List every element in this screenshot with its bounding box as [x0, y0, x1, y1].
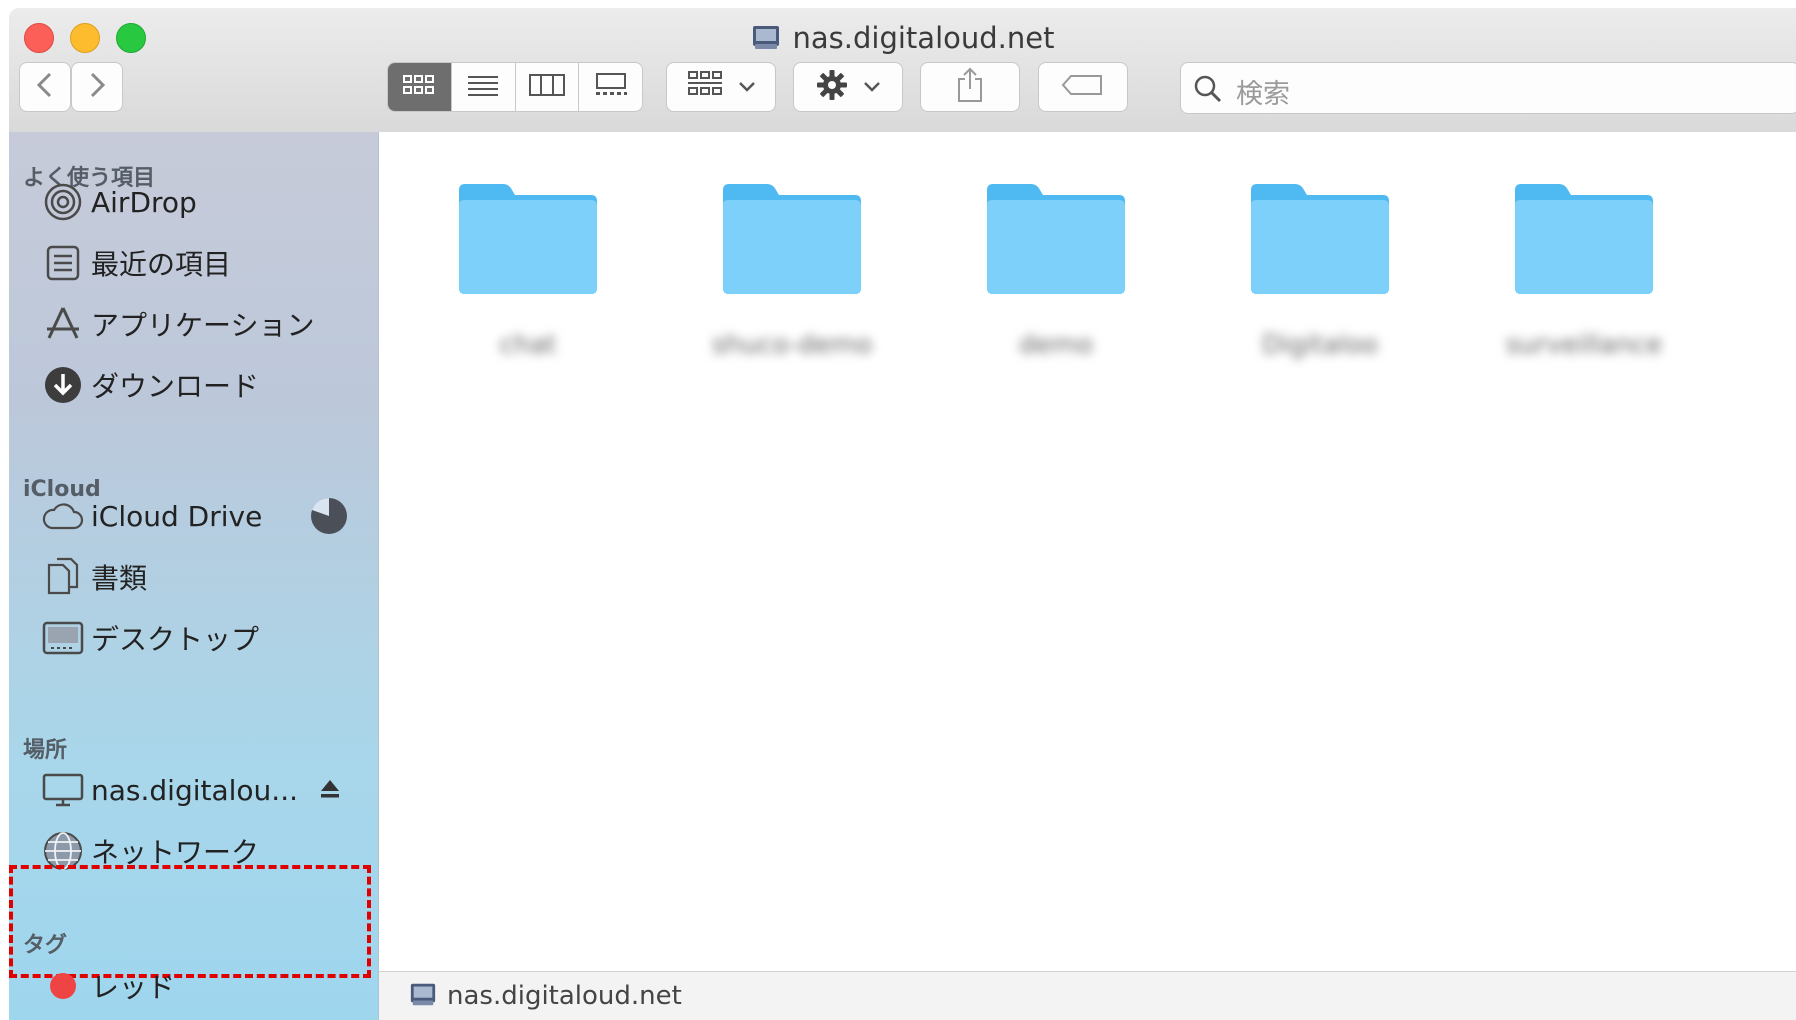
desktop-icon	[41, 616, 85, 660]
sidebar-item-recents[interactable]: 最近の項目	[41, 239, 361, 287]
action-button[interactable]	[793, 62, 903, 112]
finder-window: nas.digitaloud.net 検索 よく使う項目 AirDrop 最近の…	[9, 8, 1796, 1020]
folder-name: Digitaloo	[1261, 330, 1379, 360]
monitor-icon	[41, 768, 85, 812]
forward-icon	[87, 71, 107, 103]
sidebar-item-applications[interactable]: アプリケーション	[41, 300, 361, 348]
file-browser-area: chat shuco-demo demo Digitaloo surveilla…	[379, 132, 1796, 972]
section-header-locations: 場所	[23, 738, 68, 763]
share-icon	[955, 67, 985, 107]
sidebar-item-label: iCloud Drive	[91, 499, 263, 533]
sidebar-item-label: 最近の項目	[91, 248, 232, 281]
search-placeholder: 検索	[1236, 79, 1290, 110]
share-button[interactable]	[920, 62, 1020, 112]
storage-pie-icon	[309, 496, 349, 540]
folder-name: demo	[1019, 330, 1093, 360]
folder-icon	[457, 184, 599, 300]
icon-view-button[interactable]	[388, 63, 452, 111]
cloud-icon	[41, 494, 85, 538]
server-disk-icon	[751, 22, 781, 59]
gear-icon	[815, 68, 849, 106]
folder-name: surveillance	[1505, 330, 1663, 360]
sidebar: よく使う項目 AirDrop 最近の項目 アプリケーション ダウンロード iCl…	[9, 132, 379, 1020]
sidebar-item-label: 書類	[91, 562, 148, 595]
downloads-icon	[41, 363, 85, 407]
view-mode-segment	[387, 62, 643, 112]
red-tag-dot-icon	[41, 964, 85, 1008]
sidebar-item-label: レッド	[91, 971, 176, 1004]
sidebar-item-airdrop[interactable]: AirDrop	[41, 178, 361, 226]
folder-item[interactable]: Digitaloo	[1249, 180, 1391, 360]
sidebar-item-tag-red[interactable]: レッド	[41, 962, 361, 1010]
folder-item[interactable]: chat	[457, 180, 599, 360]
sidebar-item-desktop[interactable]: デスクトップ	[41, 614, 361, 662]
sidebar-item-label: ダウンロード	[91, 370, 260, 403]
sidebar-item-label: デスクトップ	[91, 623, 260, 656]
applications-icon	[41, 302, 85, 346]
group-by-button[interactable]	[666, 62, 776, 112]
path-bar-label[interactable]: nas.digitaloud.net	[447, 981, 682, 1011]
folder-icon	[1249, 184, 1391, 300]
back-button[interactable]	[19, 62, 71, 112]
folder-icon	[1513, 184, 1655, 300]
tag-button[interactable]	[1038, 62, 1128, 112]
sidebar-item-label: アプリケーション	[91, 309, 315, 342]
sidebar-item-label: AirDrop	[91, 185, 197, 219]
search-icon	[1193, 74, 1223, 108]
icon-view-icon	[402, 73, 436, 101]
sidebar-item-nas[interactable]: nas.digitalou...	[41, 766, 361, 814]
sidebar-item-icloud-drive[interactable]: iCloud Drive	[41, 492, 361, 540]
documents-icon	[41, 555, 85, 599]
section-header-tags: タグ	[23, 933, 68, 958]
recents-icon	[41, 241, 85, 285]
folder-icon	[721, 184, 863, 300]
list-view-button[interactable]	[452, 63, 516, 111]
tag-icon	[1061, 73, 1105, 101]
window-title: nas.digitaloud.net	[9, 21, 1796, 59]
sidebar-item-downloads[interactable]: ダウンロード	[41, 361, 361, 409]
folder-name: shuco-demo	[711, 330, 873, 360]
window-title-text: nas.digitaloud.net	[792, 21, 1055, 55]
server-disk-icon	[409, 980, 437, 1012]
gallery-view-button[interactable]	[579, 63, 642, 111]
sidebar-item-label: nas.digitalou...	[91, 773, 298, 807]
chevron-down-icon	[863, 78, 881, 97]
folder-item[interactable]: demo	[985, 180, 1127, 360]
gallery-view-icon	[593, 72, 629, 102]
folder-icon	[985, 184, 1127, 300]
search-field[interactable]: 検索	[1180, 62, 1796, 114]
forward-button[interactable]	[71, 62, 123, 112]
chevron-down-icon	[738, 78, 756, 97]
group-icon	[686, 70, 726, 104]
column-view-icon	[528, 72, 566, 102]
list-view-icon	[466, 73, 500, 101]
folder-item[interactable]: shuco-demo	[712, 180, 872, 360]
folder-item[interactable]: surveillance	[1506, 180, 1662, 360]
path-bar: nas.digitaloud.net	[379, 971, 1796, 1020]
back-icon	[35, 71, 55, 103]
sidebar-item-documents[interactable]: 書類	[41, 553, 361, 601]
column-view-button[interactable]	[516, 63, 580, 111]
folder-name: chat	[499, 330, 557, 360]
toolbar: nas.digitaloud.net 検索	[9, 8, 1796, 133]
airdrop-icon	[41, 180, 85, 224]
eject-icon[interactable]	[319, 778, 341, 804]
